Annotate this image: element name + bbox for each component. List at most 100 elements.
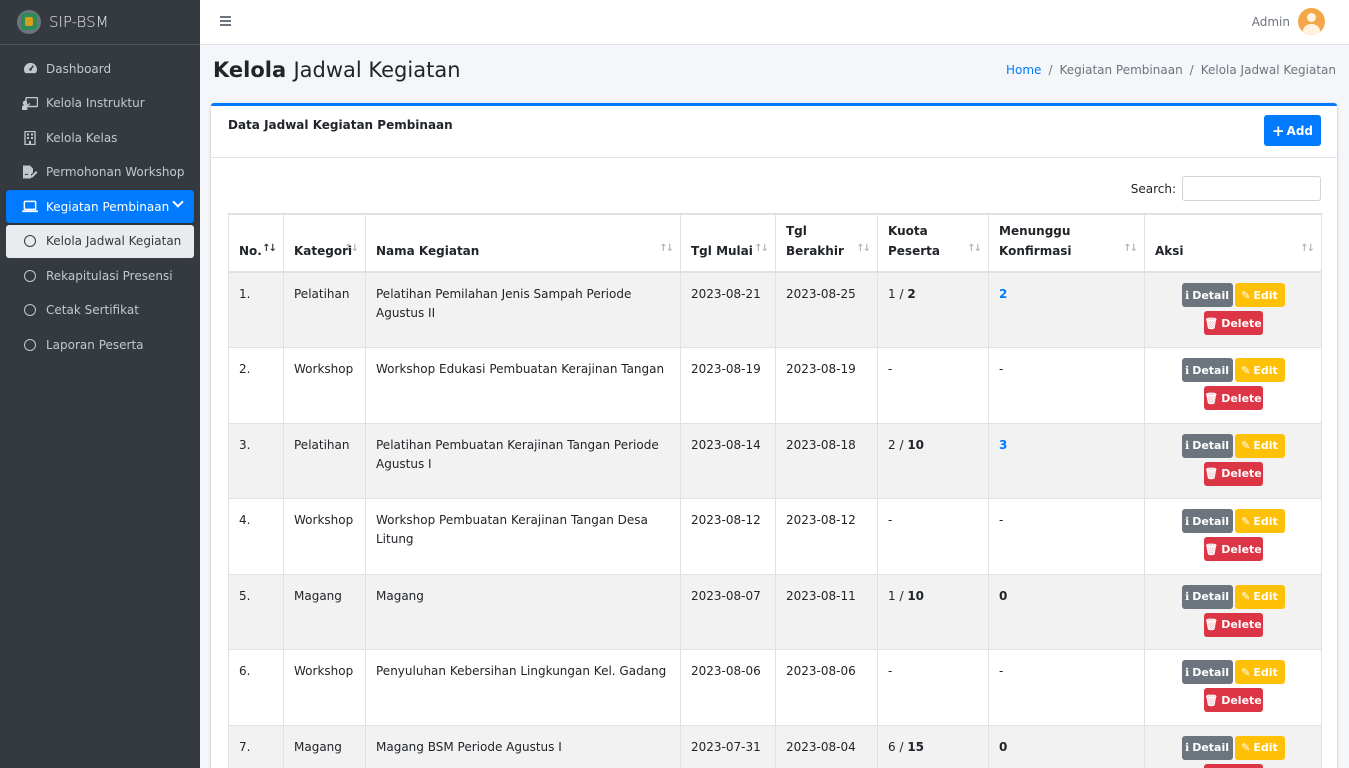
- menunggu-value: -: [999, 664, 1004, 678]
- column-header-kuota-peserta[interactable]: Kuota Peserta ↑↓: [877, 213, 989, 273]
- sidebar-item-kegiatan-pembinaan[interactable]: Kegiatan Pembinaan: [6, 190, 194, 223]
- detail-button[interactable]: ℹ Detail: [1181, 584, 1233, 609]
- edit-button[interactable]: ✎ Edit: [1234, 660, 1285, 684]
- brand[interactable]: SIP-BSM: [0, 0, 200, 45]
- hamburger-menu-icon[interactable]: [220, 16, 231, 26]
- column-header-tgl-berakhir[interactable]: Tgl Berakhir ↑↓: [775, 213, 878, 273]
- cell-aksi: ℹDetail✎Edit 🗑Delete: [1144, 422, 1322, 499]
- cell-tgl-mulai: 2023-08-14: [680, 422, 776, 499]
- brand-logo: [17, 10, 41, 34]
- detail-button[interactable]: ℹ Detail: [1181, 509, 1233, 533]
- avatar[interactable]: [1298, 8, 1325, 35]
- cell-nama-kegiatan: Magang: [365, 573, 681, 650]
- trash-icon: 🗑: [1204, 618, 1219, 631]
- detail-button[interactable]: ℹ Detail: [1181, 735, 1233, 760]
- sort-asc-icon: ↑↓: [262, 243, 277, 254]
- schedule-table: No. ↑↓ Kategori ↑↓ Nama Kegiatan ↑↓ Tgl Mul…: [228, 213, 1322, 768]
- breadcrumb-item: Kegiatan Pembinaan: [1059, 63, 1183, 77]
- cell-kuota-peserta: 6 / 15: [877, 724, 989, 768]
- column-header-nama-kegiatan[interactable]: Nama Kegiatan ↑↓: [365, 213, 681, 273]
- cell-kategori: Pelatihan: [283, 422, 366, 499]
- sort-icon: ↑↓: [967, 243, 982, 254]
- info-icon: ℹ: [1185, 741, 1190, 754]
- kuota-filled: -: [888, 362, 893, 376]
- cell-nama-kegiatan: Penyuluhan Kebersihan Lingkungan Kel. Ga…: [365, 649, 681, 726]
- edit-button[interactable]: ✎ Edit: [1234, 584, 1285, 609]
- edit-button[interactable]: ✎ Edit: [1234, 283, 1285, 307]
- cell-tgl-berakhir: 2023-08-04: [775, 724, 878, 768]
- sidebar-item-cetak-sertifikat[interactable]: Cetak Sertifikat: [6, 294, 194, 327]
- delete-button[interactable]: 🗑Delete: [1203, 537, 1263, 561]
- detail-button[interactable]: ℹ Detail: [1181, 433, 1233, 458]
- menunggu-value: 0: [999, 739, 1008, 754]
- breadcrumb-home-link[interactable]: Home: [1006, 63, 1041, 77]
- kuota-separator: /: [895, 588, 908, 603]
- sidebar-item-dashboard[interactable]: Dashboard: [6, 52, 194, 85]
- delete-button[interactable]: 🗑Delete: [1203, 763, 1263, 768]
- kuota-filled: 2: [888, 437, 896, 452]
- menunggu-value: 0: [999, 588, 1008, 603]
- cell-menunggu-konfirmasi: 2: [988, 271, 1145, 348]
- cell-tgl-berakhir: 2023-08-12: [775, 498, 878, 575]
- cell-no: 3.: [228, 422, 284, 499]
- edit-button[interactable]: ✎ Edit: [1234, 735, 1285, 760]
- sort-icon: ↑↓: [856, 243, 871, 254]
- sidebar-item-kelola-instruktur[interactable]: Kelola Instruktur: [6, 87, 194, 120]
- delete-button[interactable]: 🗑Delete: [1203, 688, 1263, 712]
- sidebar-item-label: Rekapitulasi Presensi: [46, 268, 173, 283]
- edit-icon: ✎: [1241, 665, 1251, 679]
- edit-button[interactable]: ✎ Edit: [1234, 358, 1285, 382]
- sidebar-item-permohonan-workshop[interactable]: Permohonan Workshop: [6, 156, 194, 189]
- delete-button[interactable]: 🗑Delete: [1203, 386, 1263, 410]
- cell-menunggu-konfirmasi: 0: [988, 724, 1145, 768]
- column-header-tgl-mulai[interactable]: Tgl Mulai ↑↓: [680, 213, 776, 273]
- menunggu-value: 2: [999, 287, 1008, 301]
- search-label: Search:: [1130, 181, 1176, 196]
- delete-button[interactable]: 🗑Delete: [1203, 461, 1263, 486]
- sort-icon: ↑↓: [1123, 243, 1138, 254]
- trash-icon: 🗑: [1204, 316, 1219, 330]
- cell-aksi: ℹDetail✎Edit 🗑Delete: [1144, 573, 1322, 650]
- cell-kategori: Magang: [283, 724, 366, 768]
- detail-button[interactable]: ℹ Detail: [1181, 283, 1233, 307]
- card-title: Data Jadwal Kegiatan Pembinaan: [228, 118, 453, 132]
- detail-button[interactable]: ℹ Detail: [1181, 660, 1233, 684]
- kuota-total: 10: [907, 437, 925, 452]
- sidebar-item-rekapitulasi-presensi[interactable]: Rekapitulasi Presensi: [6, 259, 194, 292]
- edit-button[interactable]: ✎ Edit: [1234, 433, 1285, 458]
- trash-icon: 🗑: [1204, 391, 1219, 405]
- sidebar-item-kelola-kelas[interactable]: Kelola Kelas: [6, 121, 194, 154]
- breadcrumb-current: Kelola Jadwal Kegiatan: [1200, 63, 1336, 77]
- kuota-filled: 6: [888, 739, 896, 754]
- cell-kuota-peserta: -: [877, 498, 989, 575]
- delete-button[interactable]: 🗑Delete: [1203, 612, 1263, 637]
- cell-menunggu-konfirmasi: 0: [988, 573, 1145, 650]
- kuota-filled: -: [888, 664, 893, 678]
- column-header-kategori[interactable]: Kategori ↑↓: [283, 213, 366, 273]
- sidebar-item-label: Dashboard: [46, 61, 112, 76]
- cell-kuota-peserta: 1 / 10: [877, 573, 989, 650]
- kuota-separator: /: [895, 287, 908, 301]
- cell-nama-kegiatan: Workshop Pembuatan Kerajinan Tangan Desa…: [365, 498, 681, 575]
- sidebar-item-laporan-peserta[interactable]: Laporan Peserta: [6, 328, 194, 361]
- kuota-total: 10: [907, 588, 925, 603]
- cell-nama-kegiatan: Pelatihan Pemilahan Jenis Sampah Periode…: [365, 271, 681, 348]
- column-header-menunggu-konfirmasi[interactable]: Menunggu Konfirmasi ↑↓: [988, 213, 1145, 273]
- search-input[interactable]: [1182, 176, 1321, 201]
- page-title-bold: Kelola: [213, 58, 287, 82]
- delete-button[interactable]: 🗑Delete: [1203, 311, 1263, 335]
- info-icon: ℹ: [1185, 665, 1190, 679]
- edit-icon: ✎: [1241, 514, 1251, 528]
- detail-button[interactable]: ℹ Detail: [1181, 358, 1233, 382]
- column-header-no[interactable]: No. ↑↓: [228, 213, 284, 273]
- cell-kuota-peserta: 1 / 2: [877, 271, 989, 348]
- user-menu[interactable]: Admin: [1252, 8, 1325, 35]
- edit-button[interactable]: ✎ Edit: [1234, 509, 1285, 533]
- breadcrumb-separator: /: [1189, 63, 1194, 77]
- table-body: 1. Pelatihan Pelatihan Pemilahan Jenis S…: [228, 271, 1322, 768]
- sidebar-item-kelola-jadwal-kegiatan[interactable]: Kelola Jadwal Kegiatan: [6, 224, 194, 258]
- info-icon: ℹ: [1185, 439, 1190, 452]
- table-row: 6. Workshop Penyuluhan Kebersihan Lingku…: [228, 649, 1322, 726]
- add-button[interactable]: + Add: [1264, 115, 1321, 146]
- column-header-aksi[interactable]: Aksi ↑↓: [1144, 213, 1322, 273]
